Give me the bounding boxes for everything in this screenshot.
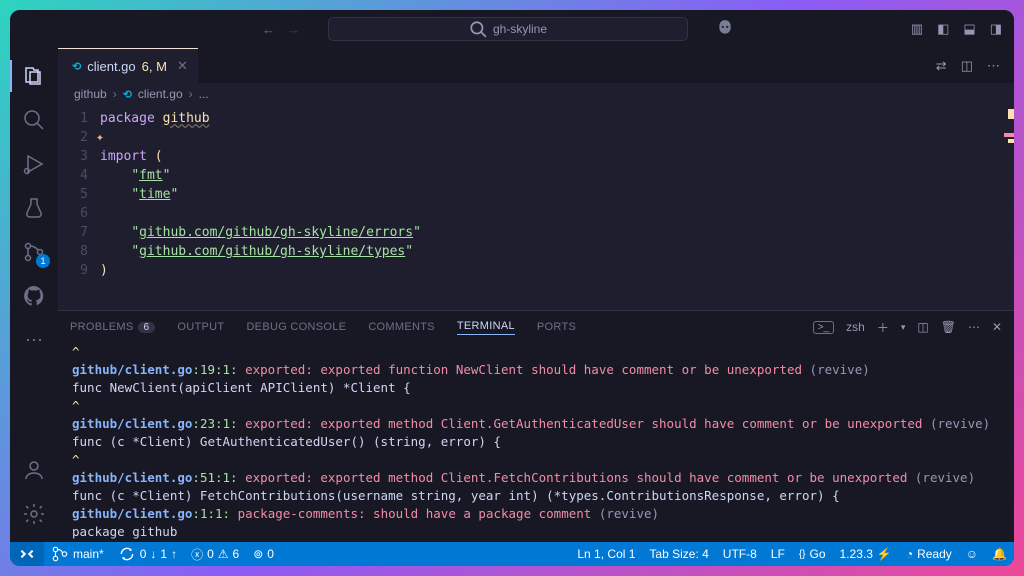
search-text: gh-skyline xyxy=(493,22,547,36)
vscode-window: ← → gh-skyline ▥ ◧ ⬓ ◨ 1 ⋯ xyxy=(10,10,1014,566)
sparkle-icon[interactable]: ✦ xyxy=(96,130,104,145)
copilot-face-icon[interactable]: ☺ xyxy=(959,542,985,566)
go-version[interactable]: 1.23.3 ⚡ xyxy=(833,542,899,566)
panel-bottom-icon[interactable]: ⬓ xyxy=(963,21,975,37)
tab-comments[interactable]: COMMENTS xyxy=(368,321,435,333)
cursor-position[interactable]: Ln 1, Col 1 xyxy=(570,542,642,566)
search-icon[interactable] xyxy=(10,100,58,140)
tab-debug-console[interactable]: DEBUG CONSOLE xyxy=(246,321,346,333)
git-sync[interactable]: 0↓ 1↑ xyxy=(111,542,184,566)
breadcrumb[interactable]: github › ⟲ client.go › ... xyxy=(58,83,1014,105)
compare-icon[interactable]: ⇄ xyxy=(936,58,947,74)
status-ports[interactable]: ⊚0 xyxy=(246,542,281,566)
panel-more-icon[interactable]: ⋯ xyxy=(968,320,980,334)
terminal-output[interactable]: ^ github/client.go:19:1: exported: expor… xyxy=(58,343,1014,542)
nav-back-icon[interactable]: ← xyxy=(262,22,275,37)
accounts-icon[interactable] xyxy=(10,450,58,490)
split-terminal-icon[interactable]: ◫ xyxy=(917,320,928,334)
broadcast-icon: ⊚ xyxy=(253,547,263,561)
split-editor-icon[interactable]: ◫ xyxy=(961,58,973,74)
chevron-right-icon: › xyxy=(113,87,117,101)
panel-left-icon[interactable]: ◧ xyxy=(937,21,949,37)
copilot-status[interactable]: ◔ Ready xyxy=(899,542,959,566)
status-bar: main* 0↓ 1↑ ⓧ0 ⚠6 ⊚0 Ln 1, Col 1 Tab Siz… xyxy=(10,542,1014,566)
tab-size[interactable]: Tab Size: 4 xyxy=(642,542,715,566)
tab-client-go[interactable]: ⟲ client.go 6, M ✕ xyxy=(58,48,198,83)
language-mode[interactable]: {} Go xyxy=(792,542,833,566)
tab-modifier: 6, M xyxy=(142,59,167,74)
explorer-icon[interactable] xyxy=(10,56,58,96)
copilot-icon[interactable] xyxy=(716,19,734,40)
bell-icon[interactable]: 🔔 xyxy=(985,542,1014,566)
tab-bar: ⟲ client.go 6, M ✕ ⇄ ◫ ⋯ xyxy=(58,48,1014,83)
panel-right-icon[interactable]: ◨ xyxy=(990,21,1002,37)
shell-name[interactable]: zsh xyxy=(846,320,865,334)
eol[interactable]: LF xyxy=(764,542,792,566)
tab-filename: client.go xyxy=(87,59,135,74)
titlebar: ← → gh-skyline ▥ ◧ ⬓ ◨ xyxy=(10,10,1014,48)
more-actions-icon[interactable]: ⋯ xyxy=(987,58,1000,74)
git-branch[interactable]: main* xyxy=(44,542,111,566)
scm-badge: 1 xyxy=(36,254,50,268)
bc-file: client.go xyxy=(138,87,183,101)
source-control-icon[interactable]: 1 xyxy=(10,232,58,272)
more-icon[interactable]: ⋯ xyxy=(10,320,58,360)
minimap[interactable] xyxy=(1000,105,1014,310)
go-file-icon: ⟲ xyxy=(123,88,132,101)
encoding[interactable]: UTF-8 xyxy=(716,542,764,566)
run-debug-icon[interactable] xyxy=(10,144,58,184)
bc-more: ... xyxy=(199,87,209,101)
panel-close-icon[interactable]: ✕ xyxy=(992,320,1002,334)
nav-arrows: ← → xyxy=(262,22,300,37)
layout-customize-icon[interactable]: ▥ xyxy=(911,21,923,37)
tab-problems[interactable]: PROBLEMS6 xyxy=(70,321,155,333)
code-content: package github ✦ import ( "fmt" "time" "… xyxy=(100,105,421,310)
tab-ports[interactable]: PORTS xyxy=(537,321,576,333)
command-center[interactable]: gh-skyline xyxy=(328,17,688,41)
github-icon[interactable] xyxy=(10,276,58,316)
trash-icon[interactable]: 🗑 xyxy=(941,320,956,334)
bolt-icon: ⚡ xyxy=(877,547,892,561)
new-terminal-icon[interactable]: ＋ xyxy=(877,319,889,336)
editor-group: ⟲ client.go 6, M ✕ ⇄ ◫ ⋯ github › ⟲ clie… xyxy=(58,48,1014,542)
remote-icon[interactable] xyxy=(10,542,44,566)
panel-tabs: PROBLEMS6 OUTPUT DEBUG CONSOLE COMMENTS … xyxy=(58,311,1014,343)
line-gutter: 123 456 789 xyxy=(58,105,100,310)
nav-forward-icon[interactable]: → xyxy=(287,22,300,37)
close-icon[interactable]: ✕ xyxy=(177,58,188,74)
tab-output[interactable]: OUTPUT xyxy=(177,321,224,333)
copilot-icon: ◔ xyxy=(906,547,913,561)
chevron-right-icon: › xyxy=(189,87,193,101)
tab-terminal[interactable]: TERMINAL xyxy=(457,320,515,335)
search-icon xyxy=(469,20,487,38)
status-problems[interactable]: ⓧ0 ⚠6 xyxy=(184,542,246,566)
code-editor[interactable]: 123 456 789 package github ✦ import ( "f… xyxy=(58,105,1014,310)
bc-folder: github xyxy=(74,87,107,101)
activity-bar: 1 ⋯ xyxy=(10,48,58,542)
settings-gear-icon[interactable] xyxy=(10,494,58,534)
panel: PROBLEMS6 OUTPUT DEBUG CONSOLE COMMENTS … xyxy=(58,310,1014,542)
terminal-dropdown-icon[interactable]: ▾ xyxy=(901,322,906,333)
go-file-icon: ⟲ xyxy=(72,60,81,73)
terminal-shell-icon[interactable]: >_ xyxy=(813,321,834,334)
testing-icon[interactable] xyxy=(10,188,58,228)
